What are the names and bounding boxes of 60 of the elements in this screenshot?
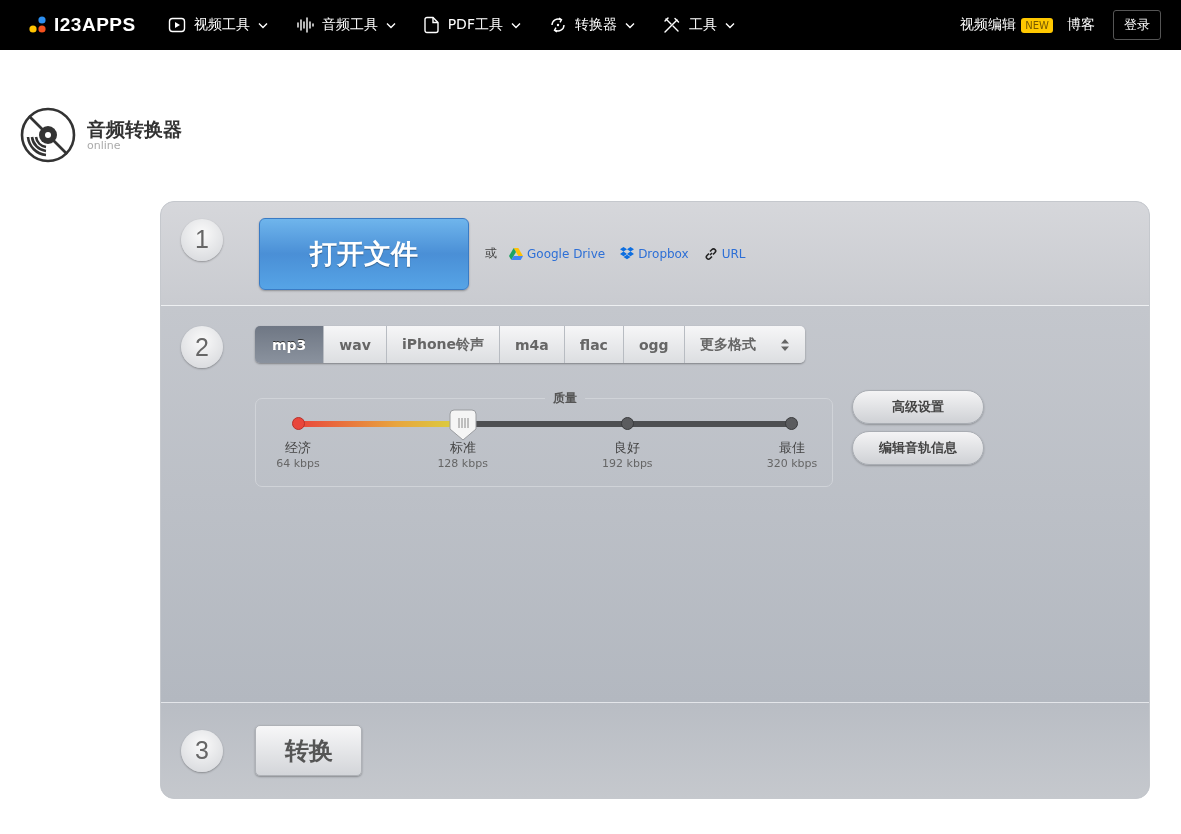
sound-wave-icon bbox=[295, 16, 314, 34]
nav-menu-item[interactable]: 工具 bbox=[662, 16, 735, 34]
open-file-button[interactable]: 打开文件 bbox=[259, 217, 469, 290]
bitrate-label: 128 kbps bbox=[436, 456, 489, 471]
bitrate-label: 64 kbps bbox=[275, 456, 321, 471]
format-tab[interactable]: m4a bbox=[500, 326, 565, 363]
source-link[interactable]: Dropbox bbox=[620, 246, 689, 261]
step-number: 2 bbox=[181, 326, 223, 368]
disc-icon bbox=[20, 107, 76, 163]
slider-stop bbox=[785, 417, 798, 430]
login-button[interactable]: 登录 bbox=[1113, 10, 1161, 40]
app-title: 音频转换器 bbox=[87, 118, 182, 140]
circular-arrows-icon bbox=[548, 16, 567, 34]
slider-stop bbox=[292, 417, 305, 430]
settings-button[interactable]: 高级设置 bbox=[852, 390, 984, 424]
document-icon bbox=[423, 16, 440, 34]
quality-label: 质量 bbox=[552, 390, 578, 407]
chevron-down-icon bbox=[510, 21, 521, 29]
nav-menu-item[interactable]: 音频工具 bbox=[295, 16, 396, 34]
step-number: 1 bbox=[181, 218, 223, 261]
settings-button[interactable]: 编辑音轨信息 bbox=[852, 431, 984, 465]
new-badge: NEW bbox=[1021, 17, 1053, 33]
bitrate-label: 192 kbps bbox=[601, 456, 654, 471]
nav-menu-item[interactable]: 转换器 bbox=[548, 16, 635, 34]
slider-thumb[interactable] bbox=[448, 409, 477, 441]
quality-name: 经济 bbox=[284, 440, 312, 456]
chevron-down-icon bbox=[385, 21, 396, 29]
link-icon bbox=[703, 246, 718, 261]
chevron-down-icon bbox=[257, 21, 268, 29]
quality-name: 最佳 bbox=[777, 440, 806, 456]
tools-icon bbox=[662, 16, 681, 34]
drive-icon bbox=[509, 247, 523, 260]
format-tab[interactable]: flac bbox=[564, 326, 624, 363]
step-number: 3 bbox=[181, 729, 223, 772]
format-tab[interactable]: iPhone铃声 bbox=[386, 326, 500, 363]
chevron-down-icon bbox=[724, 21, 735, 29]
source-link[interactable]: Google Drive bbox=[509, 246, 606, 261]
quality-name: 良好 bbox=[613, 440, 642, 456]
quality-slider[interactable] bbox=[291, 408, 799, 440]
or-label: 或 bbox=[485, 245, 497, 262]
video-icon bbox=[167, 16, 186, 34]
bitrate-label: 320 kbps bbox=[765, 456, 819, 471]
format-tab[interactable]: wav bbox=[324, 326, 387, 363]
up-down-arrows-icon bbox=[779, 337, 790, 352]
logo-text[interactable]: I23APPS bbox=[54, 14, 136, 36]
chevron-down-icon bbox=[624, 21, 635, 29]
nav-link[interactable]: 博客 bbox=[1067, 16, 1095, 34]
nav-link[interactable]: 视频编辑 bbox=[960, 16, 1017, 34]
format-tab[interactable]: ogg bbox=[623, 326, 685, 363]
logo-icon bbox=[28, 16, 48, 34]
dropbox-icon bbox=[620, 247, 635, 260]
more-formats-dropdown[interactable]: 更多格式 bbox=[684, 326, 805, 363]
format-tab[interactable]: mp3 bbox=[255, 326, 325, 363]
nav-menu-item[interactable]: PDF工具 bbox=[423, 16, 521, 34]
source-link[interactable]: URL bbox=[703, 246, 746, 261]
slider-stop bbox=[620, 417, 634, 430]
nav-menu-item[interactable]: 视频工具 bbox=[167, 16, 268, 34]
quality-name: 标准 bbox=[448, 440, 477, 456]
convert-button[interactable]: 转换 bbox=[255, 725, 362, 776]
app-subtitle: online bbox=[87, 140, 122, 152]
